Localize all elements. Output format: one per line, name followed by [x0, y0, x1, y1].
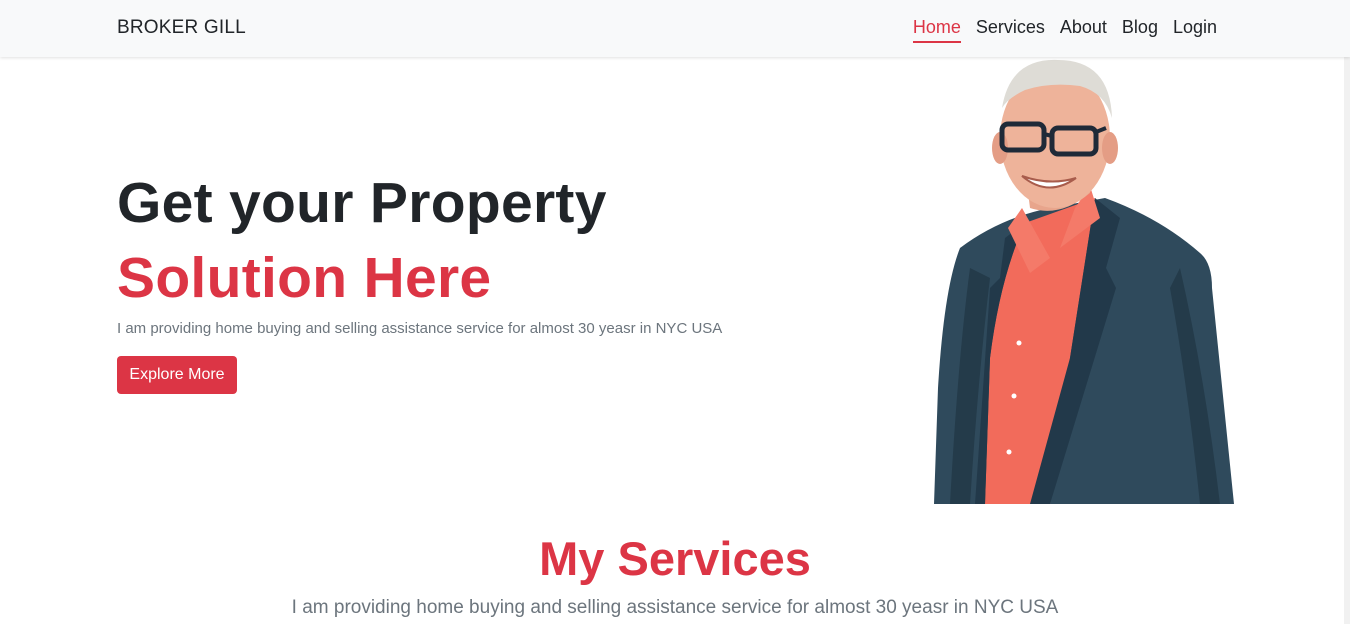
navbar: BROKER GILL Home Services About Blog Log… [0, 0, 1350, 57]
hero-title: Get your Property [117, 171, 607, 235]
services-title: My Services [539, 532, 811, 585]
broker-portrait [934, 59, 1234, 504]
nav-link-about[interactable]: About [1060, 17, 1107, 43]
hero-description: I am providing home buying and selling a… [117, 320, 723, 337]
nav-link-blog[interactable]: Blog [1122, 17, 1158, 43]
nav-link-home[interactable]: Home [912, 17, 961, 43]
nav-links: Home Services About Blog Login [912, 17, 1217, 43]
nav-link-login[interactable]: Login [1173, 17, 1217, 43]
nav-link-services[interactable]: Services [976, 17, 1045, 43]
brand-logo[interactable]: BROKER GILL [117, 17, 246, 39]
services-description: I am providing home buying and selling a… [291, 597, 1059, 618]
hero-title-accent: Solution Here [117, 246, 492, 310]
explore-more-button[interactable]: Explore More [117, 356, 237, 394]
